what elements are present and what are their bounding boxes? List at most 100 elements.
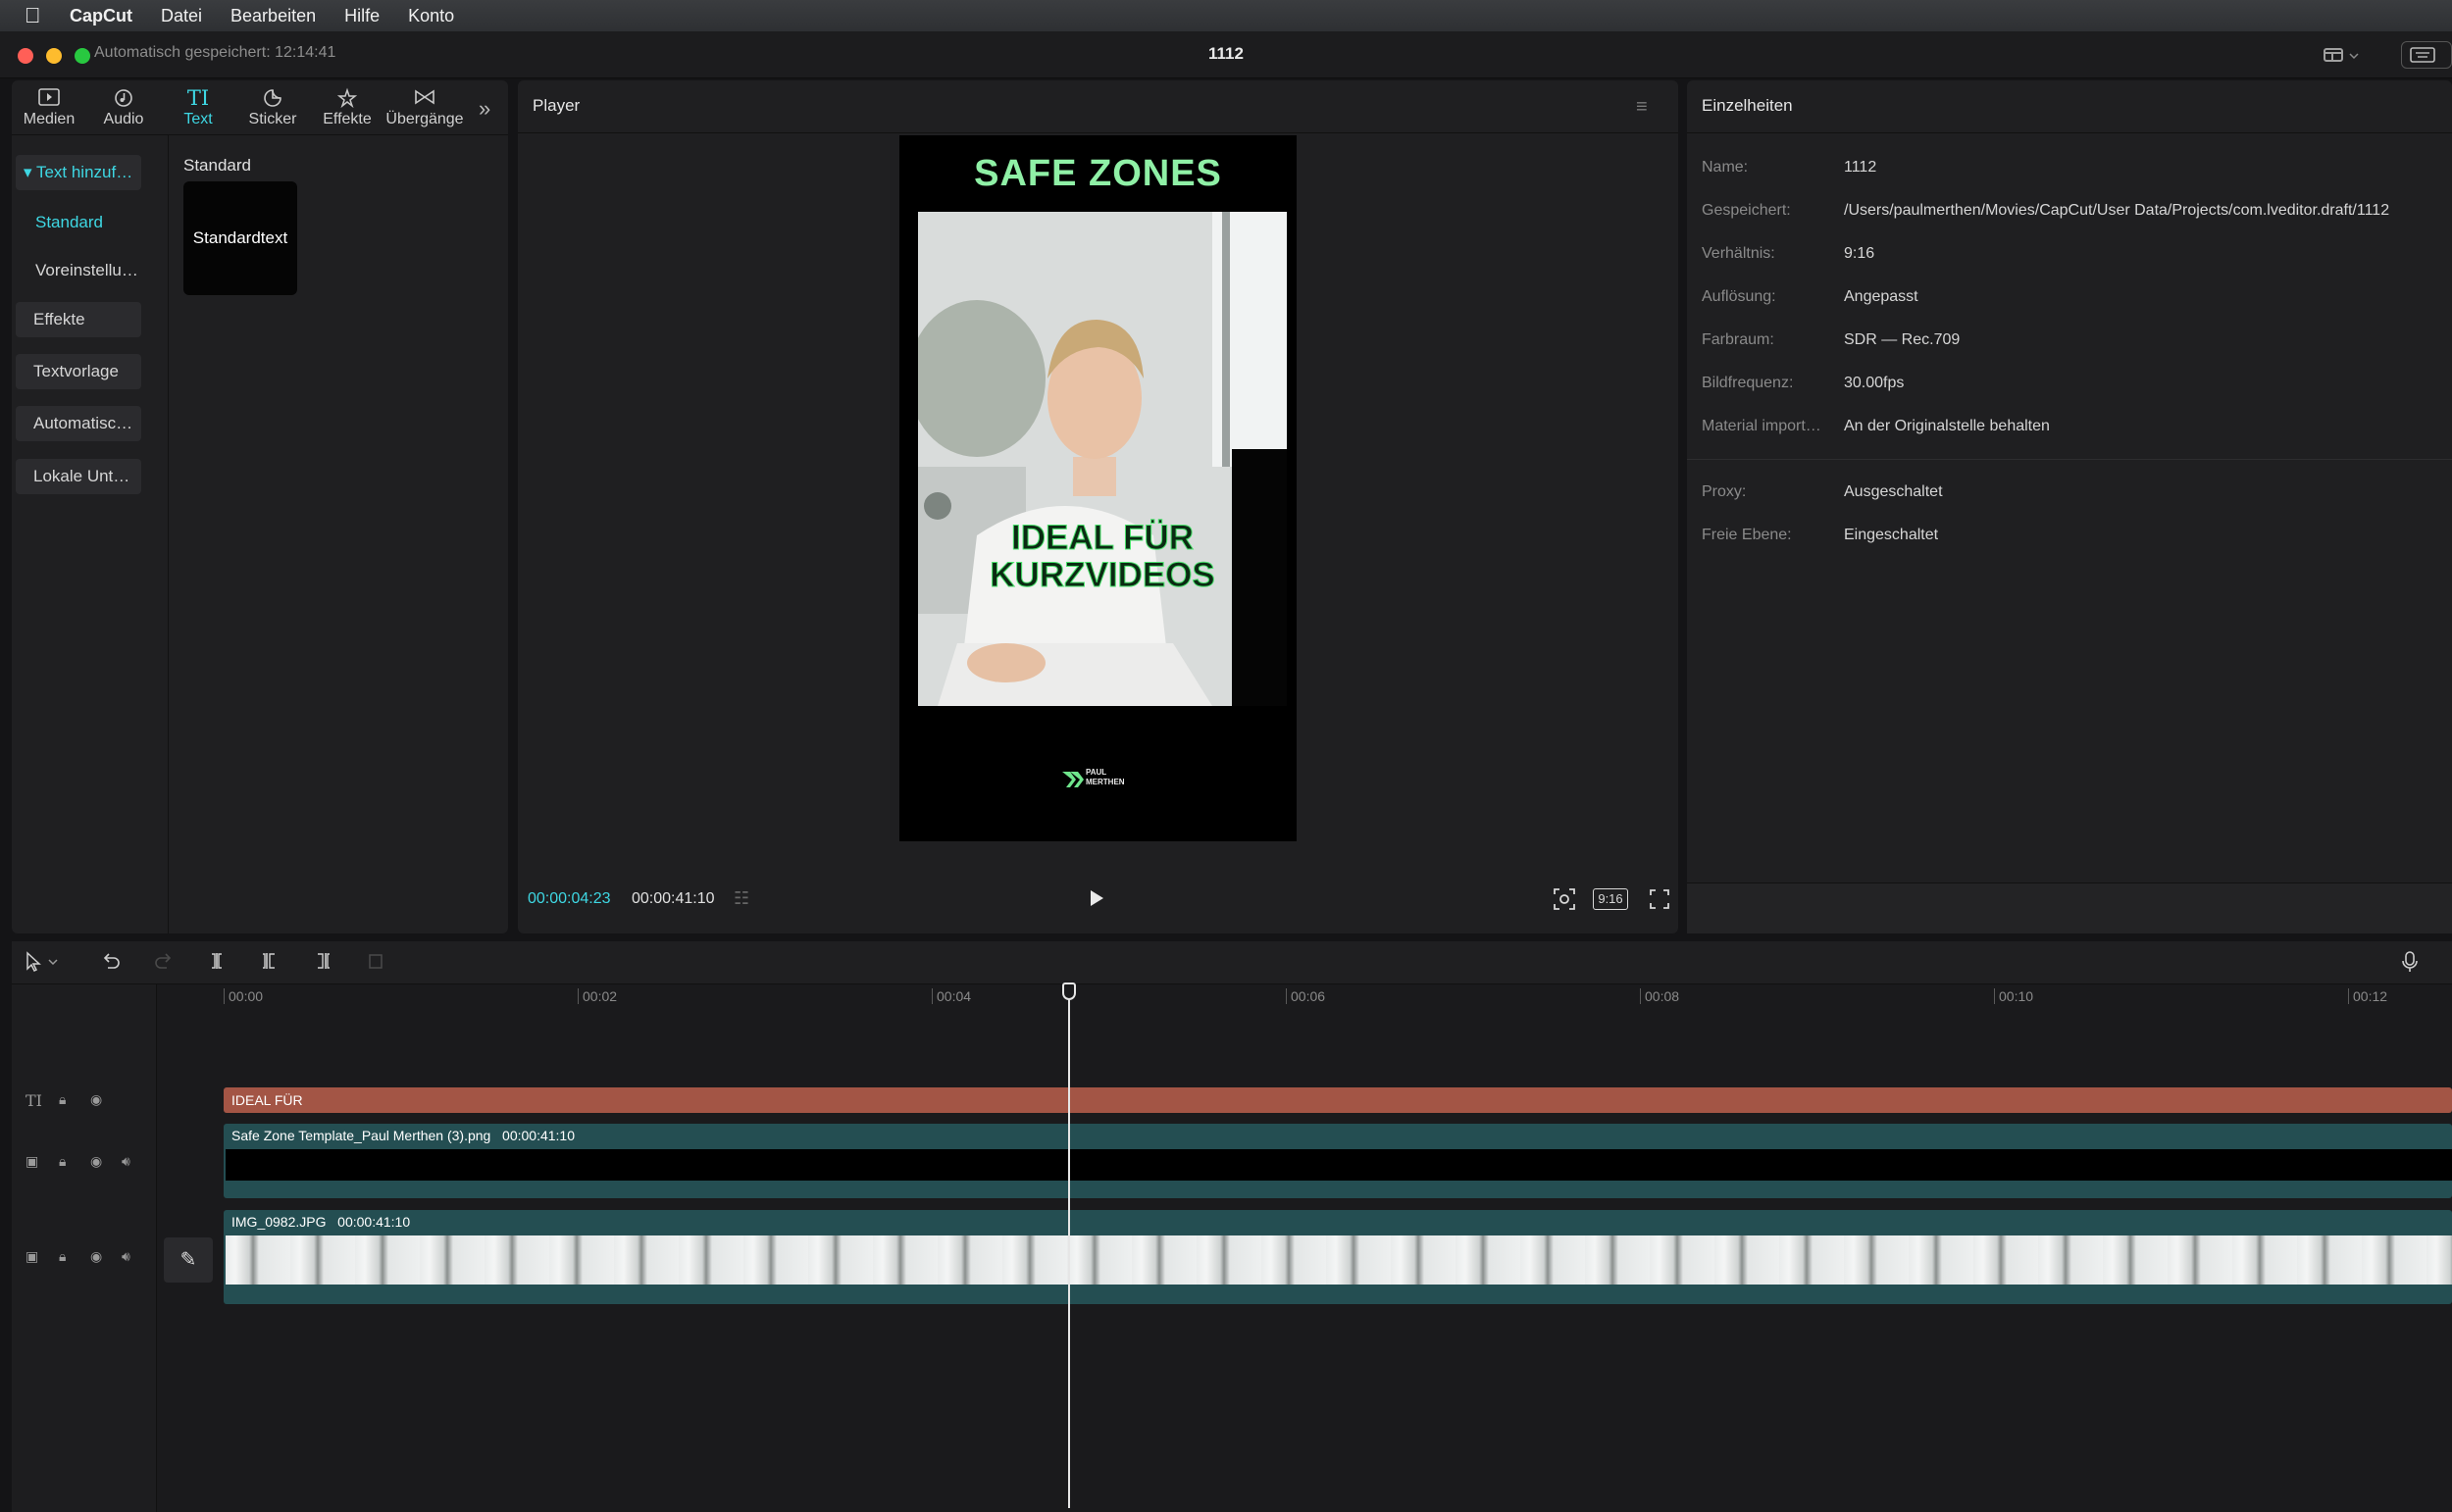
ruler-tick: 00:12: [2348, 988, 2387, 1004]
detail-key: Freie Ebene:: [1702, 527, 1792, 543]
tab-label: Übergänge: [385, 111, 464, 127]
overlay-line-2: KURZVIDEOS: [990, 556, 1215, 594]
overlay-line-1: IDEAL FÜR: [1010, 519, 1195, 557]
menu-icon[interactable]: ≡: [1636, 96, 1648, 119]
menu-hilfe[interactable]: Hilfe: [344, 6, 380, 26]
tab-uebergaenge[interactable]: Übergänge: [384, 80, 465, 135]
detail-value: 9:16: [1844, 245, 1875, 262]
detail-key: Farbraum:: [1702, 331, 1774, 348]
project-title: 1112: [1208, 44, 1244, 63]
text-track-icon: TI: [26, 1091, 42, 1110]
tab-medien[interactable]: Medien: [12, 80, 86, 135]
preview-overlay-text: IDEAL FÜR KURZVIDEOS: [918, 519, 1287, 594]
text-category-nav: [12, 135, 169, 933]
detail-value: 30.00fps: [1844, 375, 1905, 391]
player-title: Player: [533, 96, 581, 115]
menu-konto[interactable]: Konto: [408, 6, 454, 26]
keyboard-shortcuts-button[interactable]: [2401, 41, 2452, 69]
split-left-icon[interactable]: [259, 950, 281, 978]
fit-view-icon[interactable]: [1552, 886, 1577, 912]
tab-label: Medien: [23, 111, 76, 127]
menubar:  CapCut Datei Bearbeiten Hilfe Konto: [0, 0, 2452, 31]
current-time: 00:00:04:23: [528, 890, 611, 907]
edit-cover-button[interactable]: ✎: [164, 1237, 213, 1283]
ruler-tick: 00:08: [1640, 988, 1679, 1004]
tab-text[interactable]: TI Text: [161, 80, 235, 135]
standard-text-card[interactable]: Standardtext: [183, 181, 297, 295]
fullscreen-icon[interactable]: [1648, 886, 1671, 912]
redo-icon[interactable]: [153, 950, 175, 978]
play-button[interactable]: [1087, 886, 1106, 910]
nav-presets[interactable]: Voreinstellu…: [35, 261, 138, 280]
detail-key: Bildfrequenz:: [1702, 375, 1794, 391]
microphone-icon[interactable]: [2399, 950, 2421, 980]
audio-icon: [113, 87, 134, 111]
audio-toggle-icon[interactable]: 🔊︎: [122, 1248, 130, 1265]
lock-icon[interactable]: 🔒︎: [59, 1248, 66, 1265]
preview-heading: SAFE ZONES: [974, 153, 1222, 194]
clip-label: Safe Zone Template_Paul Merthen (3).png …: [231, 1128, 575, 1143]
split-right-icon[interactable]: [312, 950, 333, 978]
playhead[interactable]: [1068, 984, 1070, 1508]
detail-key: Proxy:: [1702, 483, 1747, 500]
details-title: Einzelheiten: [1702, 96, 1793, 115]
detail-key: Name:: [1702, 159, 1749, 176]
video-track-icon: ▣: [26, 1248, 39, 1264]
ruler-tick: 00:06: [1286, 988, 1325, 1004]
overlay-clip[interactable]: Safe Zone Template_Paul Merthen (3).png …: [224, 1124, 2452, 1198]
lock-icon[interactable]: 🔒︎: [59, 1153, 66, 1170]
playhead-handle[interactable]: [1062, 983, 1076, 1000]
eye-icon[interactable]: ◉: [90, 1091, 102, 1108]
nav-text-template[interactable]: Textvorlage: [16, 354, 141, 389]
delete-icon[interactable]: [365, 950, 386, 978]
ruler-tick: 00:00: [224, 988, 263, 1004]
layout-icon[interactable]: [2321, 43, 2366, 67]
details-header: [1687, 80, 2452, 133]
tab-label: Sticker: [248, 111, 297, 127]
details-footer: [1687, 882, 2452, 933]
nav-local-subtitles[interactable]: Lokale Unt…: [16, 459, 141, 494]
audio-toggle-icon[interactable]: 🔊︎: [122, 1153, 130, 1170]
tab-label: Text: [183, 111, 213, 127]
tab-label: Effekte: [323, 111, 372, 127]
player-header: [518, 80, 1678, 133]
tab-effekte[interactable]: Effekte: [310, 80, 384, 135]
list-icon[interactable]: ☷: [734, 888, 749, 909]
lock-icon[interactable]: 🔒︎: [59, 1091, 66, 1108]
zoom-window-button[interactable]: [75, 48, 90, 64]
menu-app-name[interactable]: CapCut: [70, 6, 132, 26]
detail-key: Auflösung:: [1702, 288, 1776, 305]
video-track-icon: ▣: [26, 1153, 39, 1169]
main-video-clip[interactable]: IMG_0982.JPG 00:00:41:10: [224, 1210, 2452, 1304]
brand-name: PAUL MERTHEN: [1086, 768, 1125, 786]
nav-effects[interactable]: Effekte: [16, 302, 141, 337]
close-window-button[interactable]: [18, 48, 33, 64]
minimize-window-button[interactable]: [46, 48, 62, 64]
menu-datei[interactable]: Datei: [161, 6, 202, 26]
detail-value: SDR — Rec.709: [1844, 331, 1961, 348]
aspect-ratio-button[interactable]: 9:16: [1593, 888, 1628, 910]
detail-value: Ausgeschaltet: [1844, 483, 1943, 500]
detail-value: /Users/paulmerthen/Movies/CapCut/User Da…: [1844, 202, 2390, 219]
text-icon: TI: [186, 86, 210, 110]
apple-icon[interactable]: : [25, 5, 46, 26]
select-tool-icon[interactable]: [24, 950, 63, 980]
eye-icon[interactable]: ◉: [90, 1248, 102, 1265]
tab-sticker[interactable]: Sticker: [235, 80, 310, 135]
nav-standard[interactable]: Standard: [35, 213, 103, 232]
split-icon[interactable]: [206, 950, 228, 978]
card-label: Standardtext: [192, 228, 288, 247]
effects-icon: [336, 87, 358, 111]
menu-bearbeiten[interactable]: Bearbeiten: [230, 6, 316, 26]
nav-auto-captions[interactable]: Automatisc…: [16, 406, 141, 441]
text-clip[interactable]: IDEAL FÜR: [224, 1087, 2452, 1113]
undo-icon[interactable]: [100, 950, 122, 978]
detail-key: Gespeichert:: [1702, 202, 1791, 219]
total-duration: 00:00:41:10: [632, 890, 715, 907]
eye-icon[interactable]: ◉: [90, 1153, 102, 1170]
text-add-button[interactable]: ▾ Text hinzuf…: [16, 155, 141, 190]
clip-thumbnails: [226, 1235, 2452, 1285]
tab-audio[interactable]: Audio: [86, 80, 161, 135]
media-icon: [37, 87, 61, 111]
more-tabs-icon[interactable]: »: [479, 96, 490, 122]
